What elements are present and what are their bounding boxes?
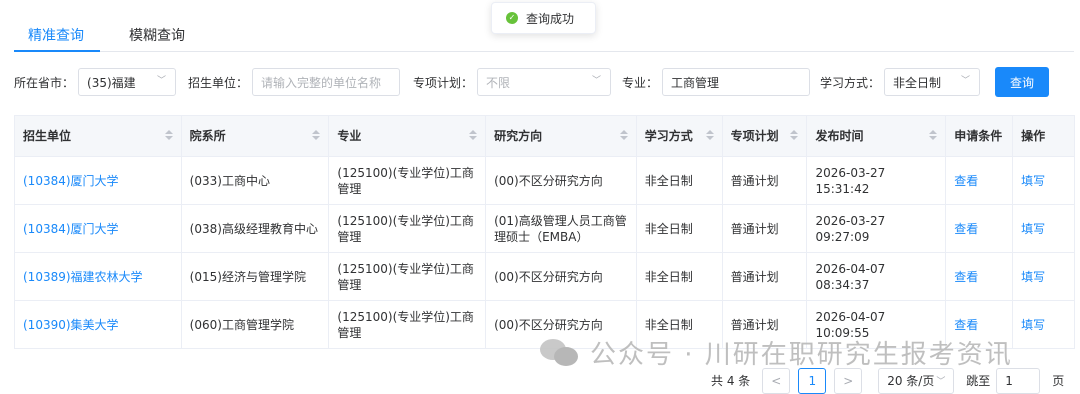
view-conditions-link[interactable]: 查看 xyxy=(954,221,978,237)
page-size-select[interactable]: 20 条/页 ﹀ xyxy=(878,367,955,394)
major-text: (125100)(专业学位)工商管理 xyxy=(337,261,474,292)
tab-exact-query[interactable]: 精准查询 xyxy=(28,25,84,45)
next-page-button[interactable]: > xyxy=(834,367,863,394)
direction-text: (00)不区分研究方向 xyxy=(494,317,603,332)
header-conditions: 申请条件 xyxy=(946,116,1014,156)
major-value: 工商管理 xyxy=(671,75,720,90)
major-input[interactable]: 工商管理 xyxy=(662,68,811,96)
pagination: 共 4 条 < 1 > 20 条/页 ﹀ 跳至 1 页 xyxy=(711,367,1064,394)
dept-text: (038)高级经理教育中心 xyxy=(189,221,318,236)
fill-link[interactable]: 填写 xyxy=(1021,221,1045,237)
search-button[interactable]: 查询 xyxy=(995,67,1049,97)
chevron-down-icon: ﹀ xyxy=(157,76,167,86)
header-time[interactable]: 发布时间 xyxy=(807,116,947,156)
fill-link[interactable]: 填写 xyxy=(1021,317,1045,333)
watermark: 公众号 · 川研在职研究生报考资讯 xyxy=(540,334,1013,370)
header-unit[interactable]: 招生单位 xyxy=(15,116,182,156)
jump-page-input[interactable]: 1 xyxy=(996,367,1041,394)
dept-text: (015)经济与管理学院 xyxy=(189,269,306,284)
unit-link[interactable]: (10384)厦门大学 xyxy=(23,221,119,237)
chevron-down-icon: ﹀ xyxy=(936,377,946,387)
province-value: (35)福建 xyxy=(87,75,136,90)
plan-text: 普通计划 xyxy=(730,173,779,188)
page-1-button[interactable]: 1 xyxy=(798,367,827,394)
view-conditions-link[interactable]: 查看 xyxy=(954,317,978,333)
plan-value: 不限 xyxy=(486,75,511,90)
time-text: 2026-03-27 15:31:42 xyxy=(815,165,886,196)
unit-link[interactable]: (10390)集美大学 xyxy=(23,317,119,333)
query-tabs: 精准查询 模糊查询 xyxy=(14,20,1074,52)
header-plan[interactable]: 专项计划 xyxy=(723,116,808,156)
plan-text: 普通计划 xyxy=(730,317,779,332)
plan-text: 普通计划 xyxy=(730,221,779,236)
mode-label: 学习方式： xyxy=(820,75,881,90)
view-conditions-link[interactable]: 查看 xyxy=(954,173,978,189)
page-suffix: 页 xyxy=(1052,374,1065,388)
fill-link[interactable]: 填写 xyxy=(1021,173,1045,189)
table-row: (10389)福建农林大学 (015)经济与管理学院 (125100)(专业学位… xyxy=(15,253,1074,301)
province-filter: 所在省市： (35)福建 ﹀ xyxy=(14,67,177,97)
unit-link[interactable]: (10384)厦门大学 xyxy=(23,173,119,189)
time-text: 2026-03-27 09:27:09 xyxy=(815,213,886,244)
major-label: 专业： xyxy=(622,75,659,90)
province-select[interactable]: (35)福建 ﹀ xyxy=(78,68,177,96)
direction-text: (00)不区分研究方向 xyxy=(494,173,603,188)
total-count: 共 4 条 xyxy=(711,374,751,388)
dept-text: (060)工商管理学院 xyxy=(189,317,294,332)
mode-text: 非全日制 xyxy=(644,173,693,188)
results-table: 招生单位 院系所 专业 研究方向 学习方式 专项计划 发布时间 申请条件 操作 … xyxy=(14,115,1075,349)
plan-label: 专项计划： xyxy=(413,75,474,90)
direction-text: (00)不区分研究方向 xyxy=(494,269,603,284)
header-direction[interactable]: 研究方向 xyxy=(486,116,637,156)
watermark-text: 公众号 · 川研在职研究生报考资讯 xyxy=(590,339,1013,370)
plan-filter: 专项计划： 不限 ﹀ xyxy=(413,67,612,97)
sort-icon[interactable] xyxy=(929,130,938,142)
chevron-down-icon: ﹀ xyxy=(961,76,971,86)
sort-icon[interactable] xyxy=(164,130,173,142)
major-filter: 专业： 工商管理 xyxy=(622,67,811,97)
sort-icon[interactable] xyxy=(619,130,628,142)
mode-filter: 学习方式： 非全日制 ﹀ xyxy=(820,67,981,97)
dept-text: (033)工商中心 xyxy=(189,173,270,188)
unit-placeholder: 请输入完整的单位名称 xyxy=(261,75,382,90)
unit-input[interactable]: 请输入完整的单位名称 xyxy=(252,68,401,96)
unit-link[interactable]: (10389)福建农林大学 xyxy=(23,269,143,285)
header-mode[interactable]: 学习方式 xyxy=(637,116,723,156)
prev-page-button[interactable]: < xyxy=(762,367,791,394)
mode-text: 非全日制 xyxy=(644,317,693,332)
major-text: (125100)(专业学位)工商管理 xyxy=(337,165,474,196)
chevron-down-icon: ﹀ xyxy=(592,76,602,86)
header-dept[interactable]: 院系所 xyxy=(182,116,330,156)
plan-text: 普通计划 xyxy=(730,269,779,284)
province-label: 所在省市： xyxy=(14,75,75,90)
direction-text: (01)高级管理人员工商管理硕士（EMBA） xyxy=(494,213,627,244)
major-text: (125100)(专业学位)工商管理 xyxy=(337,213,474,244)
view-conditions-link[interactable]: 查看 xyxy=(954,269,978,285)
table-row: (10384)厦门大学 (033)工商中心 (125100)(专业学位)工商管理… xyxy=(15,157,1074,205)
mode-select[interactable]: 非全日制 ﹀ xyxy=(884,68,981,96)
table-header: 招生单位 院系所 专业 研究方向 学习方式 专项计划 发布时间 申请条件 操作 xyxy=(15,116,1074,157)
unit-label: 招生单位： xyxy=(188,75,249,90)
mode-text: 非全日制 xyxy=(644,269,693,284)
sort-icon[interactable] xyxy=(312,130,321,142)
active-tab-indicator xyxy=(14,50,100,52)
tab-fuzzy-query[interactable]: 模糊查询 xyxy=(129,25,185,45)
table-row: (10384)厦门大学 (038)高级经理教育中心 (125100)(专业学位)… xyxy=(15,205,1074,253)
sort-icon[interactable] xyxy=(705,130,714,142)
major-text: (125100)(专业学位)工商管理 xyxy=(337,309,474,340)
jump-label: 跳至 xyxy=(966,374,991,388)
plan-select[interactable]: 不限 ﹀ xyxy=(477,68,612,96)
wechat-icon xyxy=(540,337,580,367)
fill-link[interactable]: 填写 xyxy=(1021,269,1045,285)
header-major[interactable]: 专业 xyxy=(329,116,487,156)
mode-text: 非全日制 xyxy=(644,221,693,236)
header-actions: 操作 xyxy=(1021,129,1046,143)
mode-value: 非全日制 xyxy=(893,75,942,90)
time-text: 2026-04-07 08:34:37 xyxy=(815,261,886,292)
sort-icon[interactable] xyxy=(790,130,799,142)
unit-filter: 招生单位： 请输入完整的单位名称 xyxy=(188,67,401,97)
sort-icon[interactable] xyxy=(469,130,478,142)
